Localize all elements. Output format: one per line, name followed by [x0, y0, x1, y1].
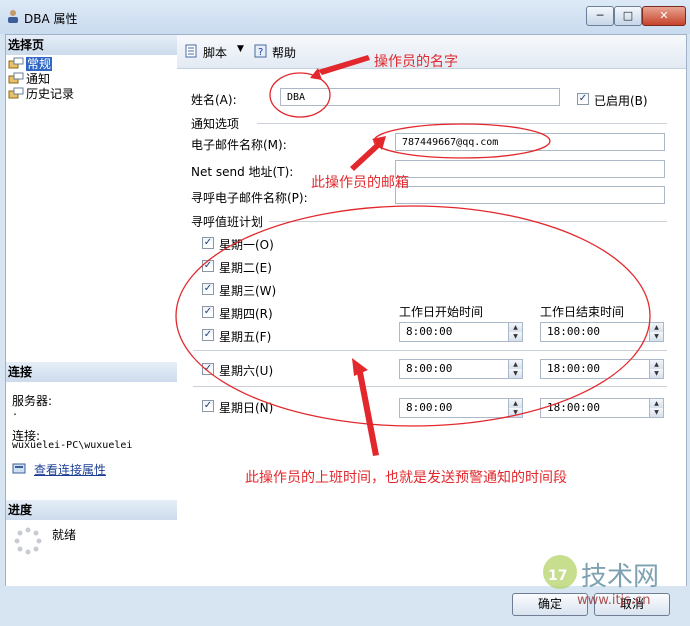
- watermark-logo: 17: [543, 555, 577, 589]
- annotation-operator-name: 操作员的名字: [374, 54, 458, 70]
- svg-text:17: 17: [548, 568, 567, 584]
- watermark-url: www.itjs.cn: [577, 593, 651, 608]
- annotation-arrows: [310, 55, 386, 456]
- annotation-overlay: 17: [175, 55, 651, 589]
- watermark-brand: 技术网: [581, 562, 660, 592]
- email-highlight-ellipse: [373, 123, 551, 159]
- annotation-work-time: 此操作员的上班时间，也就是发送预警通知的时间段: [245, 470, 567, 486]
- annotation-operator-email: 此操作员的邮箱: [311, 175, 409, 191]
- schedule-highlight-ellipse: [175, 205, 651, 427]
